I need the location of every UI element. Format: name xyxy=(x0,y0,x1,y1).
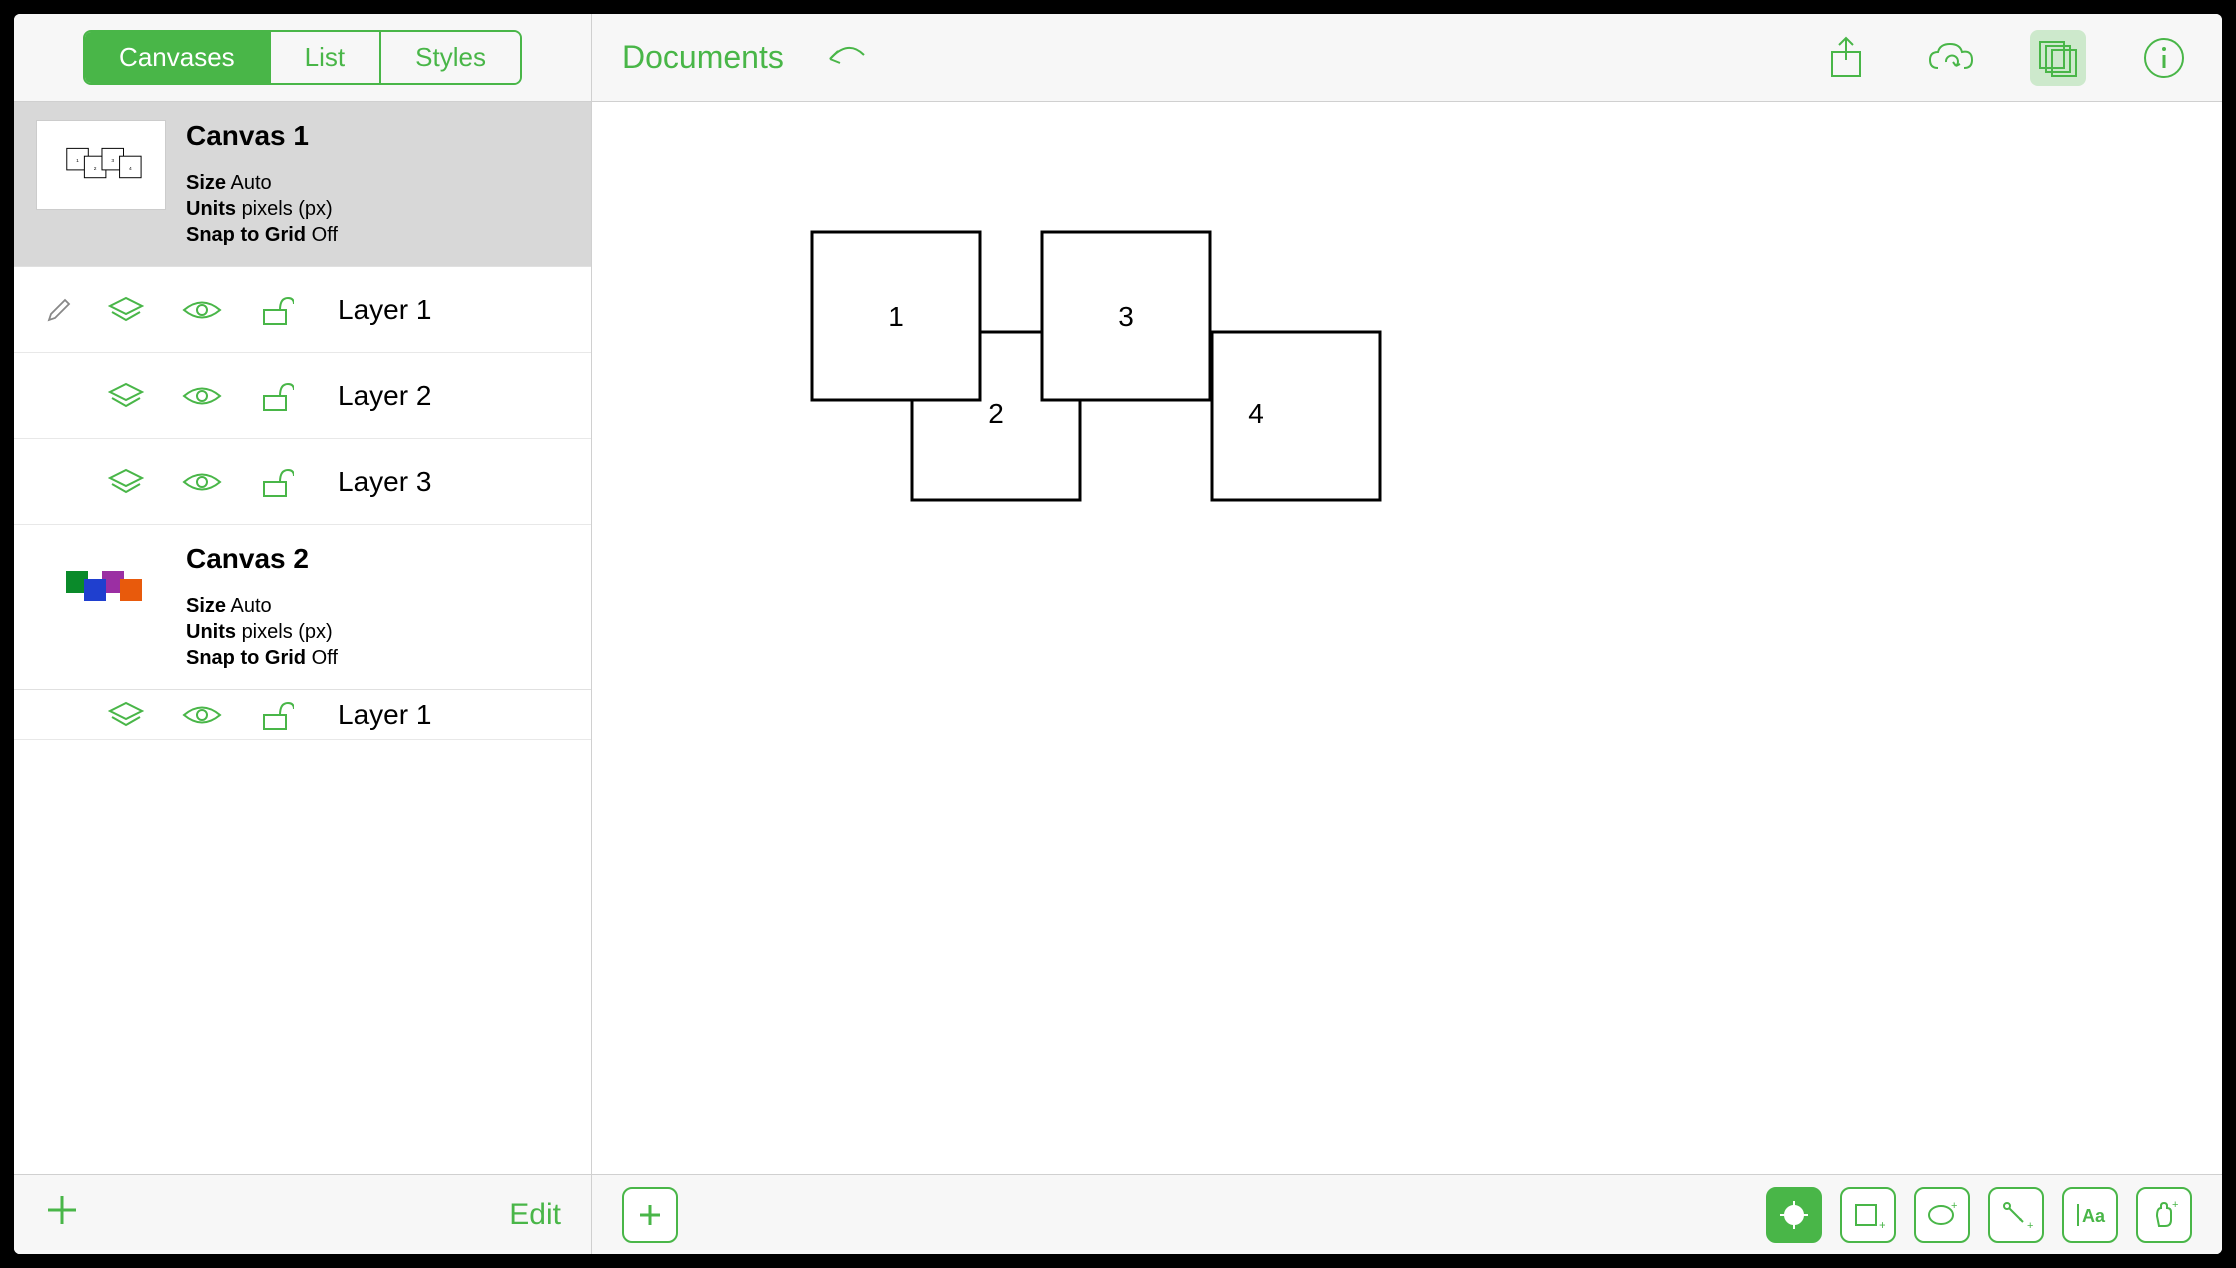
ellipse-tool-button[interactable]: + xyxy=(1914,1187,1970,1243)
canvas-size: Size Auto xyxy=(186,170,571,196)
content-area: 1 2 3 4 Canvas 1 Size Auto Units pixels … xyxy=(14,102,2222,1254)
info-button[interactable] xyxy=(2136,30,2192,86)
text-tool-button[interactable]: Aa xyxy=(2062,1187,2118,1243)
top-bar: Canvases List Styles Documents xyxy=(14,14,2222,102)
line-tool-button[interactable]: + xyxy=(1988,1187,2044,1243)
line-icon: + xyxy=(1999,1198,2033,1232)
canvas-area: 1 2 3 4 xyxy=(592,102,2222,1254)
plus-icon xyxy=(44,1192,80,1228)
canvas-thumbnail: 1 2 3 4 xyxy=(36,120,166,210)
svg-text:+: + xyxy=(1879,1218,1885,1232)
svg-text:1: 1 xyxy=(888,301,904,332)
canvas-meta: Canvas 1 Size Auto Units pixels (px) Sna… xyxy=(186,120,571,248)
svg-text:1: 1 xyxy=(76,158,79,164)
svg-text:2: 2 xyxy=(988,398,1004,429)
cloud-sync-icon xyxy=(1926,38,1978,78)
tab-canvases[interactable]: Canvases xyxy=(85,32,271,83)
svg-text:+: + xyxy=(2172,1199,2178,1211)
layer-row[interactable]: Layer 1 xyxy=(14,267,591,353)
toolbar-right-icons xyxy=(1818,30,2192,86)
freehand-tool-button[interactable]: + xyxy=(2136,1187,2192,1243)
layers-icon[interactable] xyxy=(108,468,144,496)
sidebar-bottom-bar: Edit xyxy=(14,1174,591,1254)
layer-edit-indicator xyxy=(44,297,74,323)
rectangle-tool-button[interactable]: + xyxy=(1840,1187,1896,1243)
eye-icon[interactable] xyxy=(182,297,222,323)
canvas-title: Canvas 1 xyxy=(186,120,571,152)
tab-list[interactable]: List xyxy=(271,32,381,83)
canvas-item[interactable]: Canvas 2 Size Auto Units pixels (px) Sna… xyxy=(14,525,591,690)
share-icon xyxy=(1826,36,1866,80)
layers-icon[interactable] xyxy=(108,701,144,729)
canvas-item[interactable]: 1 2 3 4 Canvas 1 Size Auto Units pixels … xyxy=(14,102,591,267)
hand-icon: + xyxy=(2147,1198,2181,1232)
canvas-size: Size Auto xyxy=(186,593,571,619)
layer-name: Layer 2 xyxy=(338,380,431,412)
main-header: Documents xyxy=(592,14,2222,101)
unlock-icon[interactable] xyxy=(260,380,294,412)
share-button[interactable] xyxy=(1818,30,1874,86)
canvases-panel-button[interactable] xyxy=(2030,30,2086,86)
svg-text:4: 4 xyxy=(1248,398,1264,429)
eye-icon[interactable] xyxy=(182,702,222,728)
layers-icon[interactable] xyxy=(108,382,144,410)
svg-text:+: + xyxy=(1951,1200,1957,1212)
info-icon xyxy=(2142,36,2186,80)
svg-text:4: 4 xyxy=(129,166,132,172)
layers-icon[interactable] xyxy=(108,296,144,324)
target-icon xyxy=(1778,1199,1810,1231)
canvas-toolbar: + + + xyxy=(592,1174,2222,1254)
layer-row[interactable]: Layer 3 xyxy=(14,439,591,525)
svg-text:3: 3 xyxy=(111,158,114,164)
add-shape-button[interactable] xyxy=(622,1187,678,1243)
layer-name: Layer 1 xyxy=(338,294,431,326)
unlock-icon[interactable] xyxy=(260,466,294,498)
stack-icon xyxy=(2036,38,2080,78)
canvas-thumbnail xyxy=(36,543,166,633)
text-icon: Aa xyxy=(2073,1198,2107,1232)
svg-text:+: + xyxy=(2027,1220,2033,1232)
eye-icon[interactable] xyxy=(182,383,222,409)
select-tool-button[interactable] xyxy=(1766,1187,1822,1243)
canvas-meta: Canvas 2 Size Auto Units pixels (px) Sna… xyxy=(186,543,571,671)
svg-text:Aa: Aa xyxy=(2082,1206,2106,1226)
canvas-snap: Snap to Grid Off xyxy=(186,645,571,671)
pencil-icon xyxy=(46,297,72,323)
canvas-units: Units pixels (px) xyxy=(186,196,571,222)
sidebar: 1 2 3 4 Canvas 1 Size Auto Units pixels … xyxy=(14,102,592,1254)
rectangle-icon: + xyxy=(1851,1198,1885,1232)
ellipse-icon: + xyxy=(1925,1198,1959,1232)
canvas-viewport[interactable]: 1 2 3 4 xyxy=(592,102,2222,1174)
unlock-icon[interactable] xyxy=(260,294,294,326)
tab-styles[interactable]: Styles xyxy=(381,32,520,83)
app-window: Canvases List Styles Documents xyxy=(14,14,2222,1254)
layer-name: Layer 1 xyxy=(338,699,431,731)
layer-row[interactable]: Layer 1 xyxy=(14,690,591,740)
svg-text:3: 3 xyxy=(1118,301,1134,332)
add-button[interactable] xyxy=(44,1192,80,1238)
edit-button[interactable]: Edit xyxy=(509,1198,561,1232)
svg-text:2: 2 xyxy=(94,166,97,172)
canvas-drawing: 1 2 3 4 xyxy=(592,102,1492,742)
unlock-icon[interactable] xyxy=(260,699,294,731)
layer-row[interactable]: Layer 2 xyxy=(14,353,591,439)
eye-icon[interactable] xyxy=(182,469,222,495)
documents-button[interactable]: Documents xyxy=(622,39,784,76)
sidebar-header: Canvases List Styles xyxy=(14,14,592,101)
sync-button[interactable] xyxy=(1924,30,1980,86)
canvas-snap: Snap to Grid Off xyxy=(186,222,571,248)
layer-name: Layer 3 xyxy=(338,466,431,498)
canvas-list: 1 2 3 4 Canvas 1 Size Auto Units pixels … xyxy=(14,102,591,1174)
plus-icon xyxy=(634,1199,666,1231)
canvas-title: Canvas 2 xyxy=(186,543,571,575)
canvas-units: Units pixels (px) xyxy=(186,619,571,645)
undo-button[interactable] xyxy=(824,35,872,80)
undo-icon xyxy=(824,35,872,75)
view-segmented-control: Canvases List Styles xyxy=(83,30,522,85)
